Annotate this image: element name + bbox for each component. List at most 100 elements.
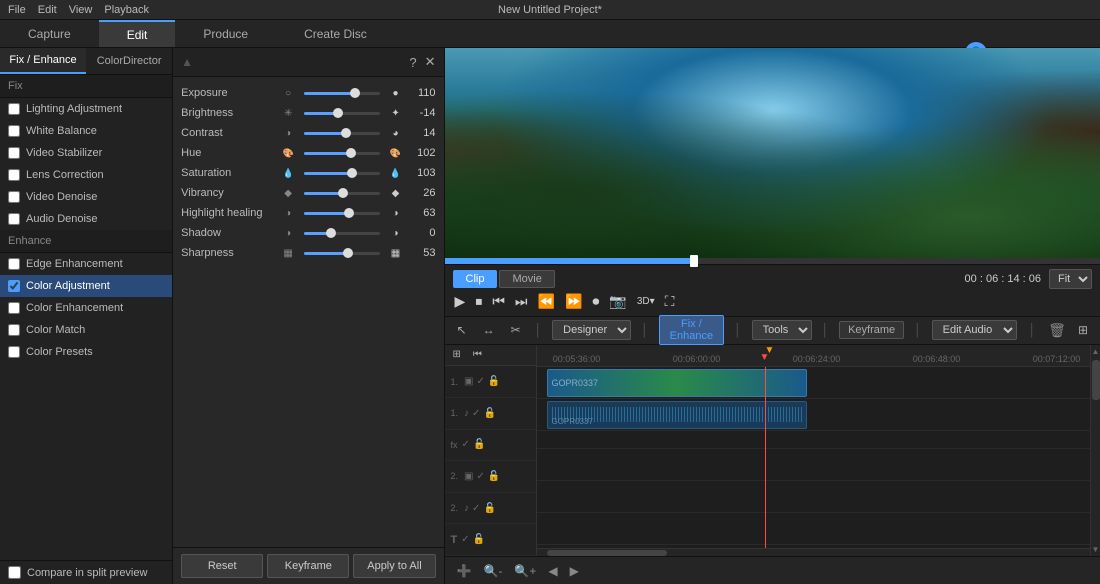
tab-create-disc[interactable]: Create Disc [276, 20, 395, 47]
3d-btn[interactable]: 3D▾ [635, 296, 657, 307]
prev-frame-btn[interactable]: ⏮ [490, 293, 507, 310]
enhance-item-edge[interactable]: Edge Enhancement [0, 253, 172, 275]
fix-enhance-active-btn[interactable]: Fix / Enhance [659, 315, 724, 345]
fix-item-videodenoise[interactable]: Video Denoise [0, 186, 172, 208]
enhance-check-color-enh[interactable] [8, 302, 20, 314]
enhance-item-color-enh[interactable]: Color Enhancement [0, 297, 172, 319]
movie-tab[interactable]: Movie [499, 270, 554, 288]
shadow-track[interactable] [304, 232, 379, 235]
enhance-item-color-presets[interactable]: Color Presets [0, 341, 172, 363]
tab-capture[interactable]: Capture [0, 20, 99, 47]
fix-check-audiodenoise[interactable] [8, 213, 20, 225]
tab-edit[interactable]: Edit [99, 20, 176, 47]
track1-check-icon[interactable]: ✓ [477, 376, 485, 387]
zoom-in-btn[interactable]: 🔍+ [510, 562, 540, 580]
menu-view[interactable]: View [69, 4, 93, 16]
progress-thumb[interactable] [690, 255, 698, 267]
snapshot-btn[interactable]: 📷 [607, 293, 628, 310]
fx-check-icon[interactable]: ✓ [462, 439, 470, 450]
hue-track[interactable] [304, 152, 379, 155]
menu-file[interactable]: File [8, 4, 26, 16]
menu-edit[interactable]: Edit [38, 4, 57, 16]
fix-check-whitebalance[interactable] [8, 125, 20, 137]
track1a-lock-icon[interactable]: 🔓 [483, 408, 495, 419]
reset-button[interactable]: Reset [181, 554, 263, 578]
fix-item-lens[interactable]: Lens Correction [0, 164, 172, 186]
fix-check-lighting[interactable] [8, 103, 20, 115]
record-btn[interactable]: ⏺ [590, 293, 601, 310]
highlight-track[interactable] [304, 212, 379, 215]
h-scroll-thumb[interactable] [547, 550, 667, 556]
saturation-track[interactable] [304, 172, 379, 175]
enhance-check-color-adj[interactable] [8, 280, 20, 292]
h-scrollbar[interactable] [537, 548, 1090, 556]
clip-block-audio[interactable]: GOPR0337 [547, 401, 807, 429]
compare-row[interactable]: Compare in split preview [0, 560, 172, 584]
track2-lock-icon[interactable]: 🔓 [488, 471, 500, 482]
arrow-tool-btn[interactable]: ↖ [453, 321, 471, 339]
vertical-scrollbar[interactable]: ▲ ▼ [1090, 345, 1100, 557]
v-scroll-thumb[interactable] [1092, 360, 1100, 400]
fix-item-stabilizer[interactable]: Video Stabilizer [0, 142, 172, 164]
tools-dropdown[interactable]: Tools [752, 320, 812, 340]
skip-fwd-btn[interactable]: ⏩ [563, 293, 584, 310]
clip-tab[interactable]: Clip [453, 270, 498, 288]
enhance-check-color-match[interactable] [8, 324, 20, 336]
fix-item-audiodenoise[interactable]: Audio Denoise [0, 208, 172, 230]
track2-check-icon[interactable]: ✓ [477, 471, 485, 482]
prev-btn-bottom[interactable]: ◀ [544, 562, 561, 580]
keyframe-button[interactable]: Keyframe [267, 554, 349, 578]
prev-marker-btn[interactable]: ⏮ [469, 347, 486, 362]
menu-playback[interactable]: Playback [104, 4, 149, 16]
stop-button[interactable]: ⏹ [473, 293, 484, 310]
zoom-fit-btn[interactable]: ⊞ [449, 347, 465, 362]
exposure-track[interactable] [304, 92, 379, 95]
play-button[interactable]: ▶ [453, 293, 468, 310]
scroll-down-btn[interactable]: ▼ [1091, 543, 1100, 556]
playhead[interactable] [765, 367, 766, 549]
track2a-lock-icon[interactable]: 🔓 [483, 503, 495, 514]
fix-check-stabilizer[interactable] [8, 147, 20, 159]
tab-produce[interactable]: Produce [175, 20, 276, 47]
fix-item-whitebalance[interactable]: White Balance [0, 120, 172, 142]
add-track-btn[interactable]: ➕ [453, 562, 476, 580]
timeline-progress-bar[interactable] [445, 258, 1100, 264]
grid-btn[interactable]: ⊞ [1074, 321, 1092, 339]
designer-dropdown[interactable]: Designer [552, 320, 631, 340]
enhance-item-color-adj[interactable]: Color Adjustment [0, 275, 172, 297]
contrast-track[interactable] [304, 132, 379, 135]
delete-btn[interactable]: 🗑 [1048, 322, 1066, 339]
apply-to-all-button[interactable]: Apply to All [353, 554, 435, 578]
cut-tool-btn[interactable]: ✂ [507, 321, 525, 339]
text-lock-icon[interactable]: 🔓 [473, 534, 485, 545]
enhance-check-edge[interactable] [8, 258, 20, 270]
scroll-up-btn[interactable]: ▲ [1091, 345, 1100, 358]
panel-tab-colordirector[interactable]: ColorDirector [86, 48, 172, 74]
fix-check-videodenoise[interactable] [8, 191, 20, 203]
vibrancy-track[interactable] [304, 192, 379, 195]
clip-block-video[interactable]: GOPR0337 [547, 369, 807, 397]
fix-check-lens[interactable] [8, 169, 20, 181]
edit-audio-dropdown[interactable]: Edit Audio [932, 320, 1017, 340]
sharpness-track[interactable] [304, 252, 379, 255]
panel-tab-fix[interactable]: Fix / Enhance [0, 48, 86, 74]
close-icon-btn[interactable]: ✕ [425, 54, 436, 70]
zoom-out-btn[interactable]: 🔍- [479, 562, 506, 580]
brightness-track[interactable] [304, 112, 379, 115]
ripple-tool-btn[interactable]: ↔ [479, 321, 499, 339]
compare-checkbox[interactable] [8, 566, 21, 579]
text-check-icon[interactable]: ✓ [461, 534, 469, 545]
fullscreen-btn[interactable]: ⛶ [663, 293, 677, 310]
fx-lock-icon[interactable]: 🔓 [473, 439, 485, 450]
track1a-check-icon[interactable]: ✓ [472, 408, 480, 419]
keyframe-tl-btn[interactable]: Keyframe [839, 321, 904, 339]
next-frame-btn[interactable]: ⏭ [513, 293, 530, 310]
enhance-check-color-presets[interactable] [8, 346, 20, 358]
track1-lock-icon[interactable]: 🔓 [488, 376, 500, 387]
skip-back-btn[interactable]: ⏪ [536, 293, 557, 310]
next-btn-bottom[interactable]: ▶ [566, 562, 583, 580]
track2a-check-icon[interactable]: ✓ [472, 503, 480, 514]
fit-dropdown[interactable]: Fit [1049, 269, 1092, 289]
fix-item-lighting[interactable]: Lighting Adjustment [0, 98, 172, 120]
help-icon-btn[interactable]: ? [409, 54, 416, 70]
